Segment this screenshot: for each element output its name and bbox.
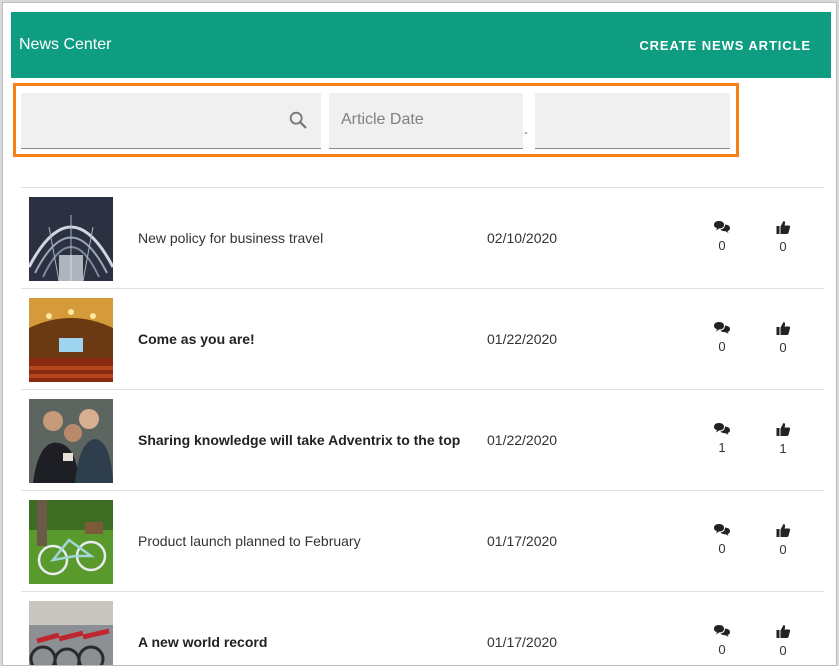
comment-icon <box>712 220 732 234</box>
likes-count: 0 <box>779 239 787 254</box>
article-date-from-field[interactable]: Article Date <box>329 93 523 149</box>
news-article-list: New policy for business travel 02/10/2020… <box>21 187 824 665</box>
comment-icon <box>712 422 732 436</box>
comments-stat[interactable]: 0 <box>712 321 732 354</box>
app-header: News Center CREATE NEWS ARTICLE <box>11 12 831 78</box>
thumbs-up-icon <box>773 220 793 235</box>
article-date-to-field[interactable] <box>535 93 730 149</box>
comments-count: 0 <box>718 238 726 253</box>
date-range-separator: - <box>524 127 528 139</box>
article-row[interactable]: Sharing knowledge will take Adventrix to… <box>21 389 824 490</box>
page-title: News Center <box>19 36 112 53</box>
article-row[interactable]: A new world record 01/17/2020 0 0 <box>21 591 824 665</box>
article-date: 01/22/2020 <box>487 432 558 448</box>
comments-stat[interactable]: 0 <box>712 624 732 657</box>
article-title[interactable]: New policy for business travel <box>138 230 323 246</box>
likes-stat[interactable]: 0 <box>773 624 793 658</box>
comments-count: 0 <box>718 642 726 657</box>
article-title[interactable]: Come as you are! <box>138 331 255 347</box>
article-thumbnail[interactable] <box>29 399 113 483</box>
likes-count: 0 <box>779 643 787 658</box>
article-thumbnail[interactable] <box>29 601 113 665</box>
comments-count: 1 <box>718 440 726 455</box>
filter-bar: Article Date - <box>13 83 739 157</box>
comment-icon <box>712 624 732 638</box>
create-news-article-button[interactable]: CREATE NEWS ARTICLE <box>639 38 811 53</box>
thumbs-up-icon <box>773 321 793 336</box>
app-frame: News Center CREATE NEWS ARTICLE Article … <box>2 2 837 666</box>
article-row[interactable]: New policy for business travel 02/10/2020… <box>21 187 824 288</box>
likes-count: 0 <box>779 542 787 557</box>
article-row[interactable]: Come as you are! 01/22/2020 0 0 <box>21 288 824 389</box>
likes-count: 1 <box>779 441 787 456</box>
comments-stat[interactable]: 0 <box>712 220 732 253</box>
article-title[interactable]: Product launch planned to February <box>138 533 361 549</box>
comments-stat[interactable]: 1 <box>712 422 732 455</box>
article-title[interactable]: A new world record <box>138 634 267 650</box>
article-row[interactable]: Product launch planned to February 01/17/… <box>21 490 824 591</box>
article-date: 01/17/2020 <box>487 634 558 650</box>
thumbs-up-icon <box>773 422 793 437</box>
likes-stat[interactable]: 0 <box>773 220 793 254</box>
article-date-placeholder: Article Date <box>341 111 424 128</box>
likes-count: 0 <box>779 340 787 355</box>
article-date: 01/22/2020 <box>487 331 558 347</box>
comments-count: 0 <box>718 339 726 354</box>
thumbs-up-icon <box>773 624 793 639</box>
article-thumbnail[interactable] <box>29 197 113 281</box>
article-thumbnail[interactable] <box>29 500 113 584</box>
search-input[interactable] <box>21 93 321 149</box>
likes-stat[interactable]: 0 <box>773 523 793 557</box>
article-title[interactable]: Sharing knowledge will take Adventrix to… <box>138 432 460 448</box>
likes-stat[interactable]: 0 <box>773 321 793 355</box>
article-date: 01/17/2020 <box>487 533 558 549</box>
comment-icon <box>712 523 732 537</box>
article-date: 02/10/2020 <box>487 230 558 246</box>
thumbs-up-icon <box>773 523 793 538</box>
comments-count: 0 <box>718 541 726 556</box>
search-icon[interactable] <box>287 109 309 131</box>
comments-stat[interactable]: 0 <box>712 523 732 556</box>
likes-stat[interactable]: 1 <box>773 422 793 456</box>
article-thumbnail[interactable] <box>29 298 113 382</box>
comment-icon <box>712 321 732 335</box>
